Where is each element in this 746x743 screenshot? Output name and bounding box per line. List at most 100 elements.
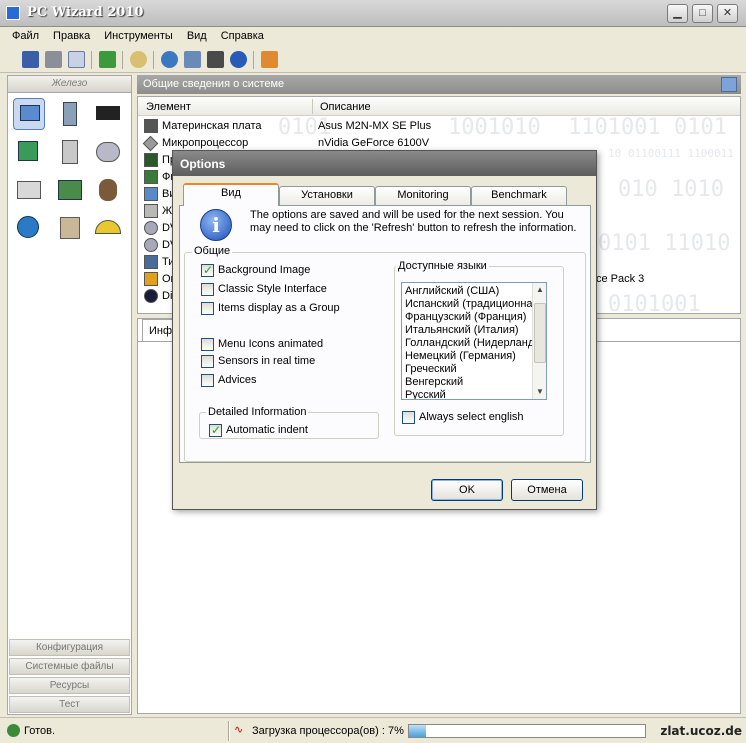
window-title: PC Wizard 2010 <box>27 5 144 20</box>
scroll-thumb[interactable] <box>534 303 546 363</box>
toolbar <box>0 47 746 73</box>
cancel-button[interactable]: Отмена <box>511 479 583 501</box>
sensors-realtime-checkbox[interactable]: Sensors in real time <box>201 354 351 369</box>
film-icon[interactable] <box>207 51 224 68</box>
ports-icon[interactable] <box>54 136 86 168</box>
language-item[interactable]: Испанский (традиционна <box>402 298 532 311</box>
group-display-checkbox[interactable]: Items display as a Group <box>201 301 351 316</box>
system-files-button[interactable]: Системные файлы <box>9 658 130 675</box>
monitor-icon[interactable] <box>13 136 45 168</box>
web-icon[interactable] <box>161 51 178 68</box>
devices-icon[interactable] <box>54 174 86 206</box>
printer-icon[interactable] <box>13 174 45 206</box>
save-icon[interactable] <box>22 51 39 68</box>
toolbar-separator <box>122 51 123 69</box>
language-item[interactable]: Французский (Франция) <box>402 311 532 324</box>
tab-benchmark[interactable]: Benchmark <box>471 186 567 205</box>
ready-icon <box>7 724 20 737</box>
language-item[interactable]: Венгерский <box>402 376 532 389</box>
maximize-button[interactable]: □ <box>692 4 713 23</box>
find-icon[interactable] <box>130 51 147 68</box>
resources-button[interactable]: Ресурсы <box>9 677 130 694</box>
toolbar-separator <box>91 51 92 69</box>
options-dialog: Options Вид Установки Monitoring Benchma… <box>172 150 597 510</box>
scroll-down-icon[interactable]: ▼ <box>534 386 546 398</box>
language-item[interactable]: Итальянский (Италия) <box>402 324 532 337</box>
classic-style-checkbox[interactable]: Classic Style Interface <box>201 282 351 297</box>
drives-icon[interactable] <box>92 136 124 168</box>
automatic-indent-checkbox[interactable]: Automatic indent <box>209 423 359 438</box>
menu-icons-animated-checkbox[interactable]: Menu Icons animated <box>201 337 351 352</box>
menu-file[interactable]: Файл <box>0 27 46 42</box>
language-item[interactable]: Голландский (Нидерланд <box>402 337 532 350</box>
title-bar: PC Wizard 2010 ▁ □ ✕ <box>0 0 746 27</box>
system-summary-icon[interactable] <box>13 98 45 130</box>
configuration-button[interactable]: Конфигурация <box>9 639 130 656</box>
sensors-icon[interactable] <box>92 212 124 244</box>
checkbox-box <box>201 263 214 277</box>
print-icon[interactable] <box>45 51 62 68</box>
checkbox-box <box>402 411 415 424</box>
help-icon[interactable] <box>230 51 247 68</box>
security-icon[interactable] <box>54 212 86 244</box>
languages-scrollbar[interactable]: ▲ ▼ <box>532 283 546 399</box>
options-tabs: Вид Установки Monitoring Benchmark <box>179 183 591 206</box>
section-header: Общие сведения о системе <box>137 75 741 94</box>
test-button[interactable]: Тест <box>9 696 130 713</box>
status-bar: Готов. ∿ Загрузка процессора(ов) : 7% zl… <box>0 717 746 743</box>
refresh-icon[interactable] <box>99 51 116 68</box>
minimize-button[interactable]: ▁ <box>667 4 688 23</box>
processor-icon[interactable] <box>92 98 124 130</box>
language-item[interactable]: Английский (США) <box>402 285 532 298</box>
checkbox-box <box>201 302 214 315</box>
language-item[interactable]: Немецкий (Германия) <box>402 350 532 363</box>
languages-label: Доступные языки <box>396 260 489 272</box>
panel-icon[interactable] <box>721 77 737 92</box>
list-header: Элемент Описание <box>138 97 740 116</box>
checkbox-box <box>201 355 214 368</box>
app-icon <box>6 6 20 20</box>
watermark: zlat.ucoz.de <box>660 724 742 738</box>
menu-help[interactable]: Справка <box>214 27 271 42</box>
scroll-up-icon[interactable]: ▲ <box>534 284 546 296</box>
checkbox-box <box>201 338 214 351</box>
tab-monitoring[interactable]: Monitoring <box>375 186 471 205</box>
ok-button[interactable]: OK <box>431 479 503 501</box>
network-icon[interactable] <box>13 212 45 244</box>
close-button[interactable]: ✕ <box>717 4 738 23</box>
motherboard-icon[interactable] <box>54 98 86 130</box>
cpu-load-progress <box>408 724 646 738</box>
menu-edit[interactable]: Правка <box>46 27 97 42</box>
languages-list[interactable]: Английский (США) Испанский (традиционна Фр… <box>401 282 547 400</box>
cpu-load-text: Загрузка процессора(ов) : 7% <box>252 725 404 737</box>
background-image-checkbox[interactable]: Background Image <box>201 263 351 278</box>
advices-checkbox[interactable]: Advices <box>201 373 351 388</box>
status-ready: Готов. <box>24 725 56 737</box>
tab-settings[interactable]: Установки <box>279 186 375 205</box>
column-description[interactable]: Описание <box>320 101 371 113</box>
info-text: The options are saved and will be used f… <box>250 209 577 234</box>
language-item[interactable]: Греческий <box>402 363 532 376</box>
toolbar-separator <box>153 51 154 69</box>
checkbox-box <box>209 423 222 437</box>
cpu-pulse-icon: ∿ <box>234 724 244 736</box>
language-item[interactable]: Русский <box>402 389 532 399</box>
menu-view[interactable]: Вид <box>180 27 214 42</box>
report-icon[interactable] <box>184 51 201 68</box>
column-element[interactable]: Элемент <box>146 101 191 113</box>
copy-icon[interactable] <box>68 51 85 68</box>
list-item[interactable]: Материнская плата Asus M2N-MX SE Plus <box>142 118 732 135</box>
dialog-title: Options <box>173 151 596 176</box>
tab-view[interactable]: Вид <box>183 183 279 206</box>
general-group-label: Общие <box>192 245 233 257</box>
sound-icon[interactable] <box>92 174 124 206</box>
left-panel: Железо Конфигурация Системные файлы Ресу… <box>7 75 132 715</box>
always-english-checkbox[interactable]: Always select english <box>402 410 552 425</box>
menu-tools[interactable]: Инструменты <box>97 27 180 42</box>
detailed-info-label: Detailed Information <box>206 406 309 418</box>
left-panel-header[interactable]: Железо <box>8 76 131 93</box>
section-title: Общие сведения о системе <box>143 78 285 90</box>
home-icon[interactable] <box>261 51 278 68</box>
menu-bar: Файл Правка Инструменты Вид Справка <box>0 27 746 47</box>
checkbox-box <box>201 374 214 387</box>
